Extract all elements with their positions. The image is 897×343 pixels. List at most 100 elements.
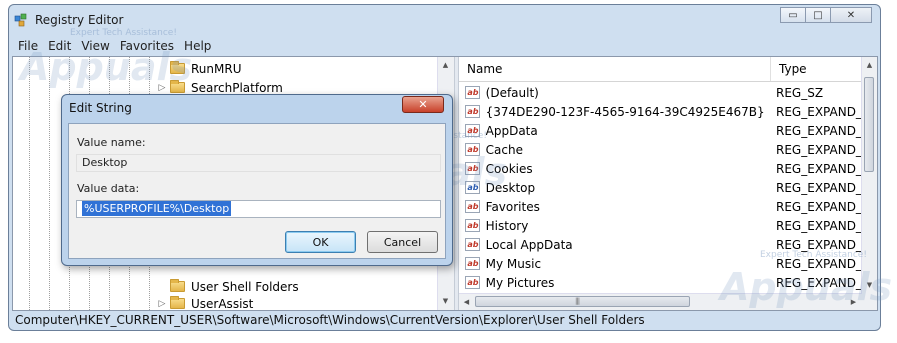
list-horizontal-scrollbar[interactable]: ◀ ||| ▶: [459, 293, 862, 310]
ab-glyph: ab: [465, 219, 481, 232]
maximize-icon: □: [813, 9, 823, 21]
value-name: Local AppData: [485, 237, 573, 252]
value-data-label: Value data:: [77, 182, 140, 195]
value-row[interactable]: abAppDataREG_EXPAND_SZ: [459, 121, 862, 140]
menu-file[interactable]: File: [13, 37, 43, 55]
value-name: Cookies: [485, 161, 533, 176]
value-row[interactable]: ab My Pictures REG_EXPAND_SZ: [459, 273, 862, 292]
menu-edit[interactable]: Edit: [43, 37, 76, 55]
value-data-text: %USERPROFILE%\Desktop: [82, 201, 232, 216]
cancel-button[interactable]: Cancel: [367, 231, 438, 253]
watermark-tagline: Expert Tech Assistance!: [760, 250, 867, 260]
value-row[interactable]: ab {374DE290-123F-4565-9164-39C4925E467B}…: [459, 102, 862, 121]
scroll-right-arrow-icon[interactable]: ▶: [846, 294, 861, 309]
tree-item-runmru[interactable]: RunMRU: [157, 59, 241, 78]
value-type: REG_SZ: [776, 85, 824, 100]
value-type: REG_EXPAND_SZ: [776, 142, 862, 157]
tree-guide-line: [49, 57, 50, 310]
value-name: My Music: [485, 256, 542, 271]
dialog-body: Value name: Desktop Value data: %USERPRO…: [68, 123, 446, 259]
string-value-icon: ab: [465, 162, 481, 176]
minimize-icon: ▭: [788, 9, 798, 21]
ab-glyph: ab: [465, 105, 481, 118]
folder-icon: [170, 279, 185, 292]
string-value-icon: ab: [465, 200, 481, 214]
value-name: (Default): [485, 85, 539, 100]
string-value-icon: ab: [465, 238, 481, 252]
value-row[interactable]: ab Favorites REG_EXPAND_SZ: [459, 197, 862, 216]
value-name: Favorites: [485, 199, 540, 214]
value-name-field: Desktop: [76, 154, 441, 172]
scroll-down-arrow-icon[interactable]: ▼: [862, 277, 877, 292]
ab-glyph: ab: [465, 143, 481, 156]
tree-item-label: RunMRU: [191, 61, 242, 76]
menu-help[interactable]: Help: [179, 37, 216, 55]
value-name: My Pictures: [485, 275, 555, 290]
ab-glyph: ab: [465, 181, 481, 194]
value-type: REG_EXPAND_SZ: [776, 218, 862, 233]
menu-favorites[interactable]: Favorites: [115, 37, 179, 55]
scroll-thumb[interactable]: [864, 77, 874, 172]
ab-glyph: ab: [465, 200, 481, 213]
list-header: Name Type: [459, 57, 862, 82]
value-data-input[interactable]: %USERPROFILE%\Desktop: [76, 200, 441, 218]
horizontal-scroll-thumb[interactable]: [475, 296, 690, 307]
value-type: REG_EXPAND_SZ: [776, 123, 862, 138]
scroll-grip-icon: |||: [575, 297, 580, 305]
scroll-up-arrow-icon[interactable]: ▲: [862, 57, 877, 72]
ok-button[interactable]: OK: [285, 231, 356, 253]
close-icon: ✕: [418, 98, 428, 111]
value-type: REG_EXPAND_SZ: [776, 275, 862, 290]
value-type: REG_EXPAND_SZ: [776, 180, 862, 195]
edit-string-dialog: Edit String ✕ Value name: Desktop Value …: [61, 94, 453, 266]
string-value-icon: ab: [465, 257, 481, 271]
value-name: AppData: [485, 123, 538, 138]
string-value-icon: ab: [465, 276, 481, 290]
tree-item-userassist[interactable]: ▷ UserAssist: [157, 294, 253, 310]
ab-glyph: ab: [465, 276, 481, 289]
status-bar-path: Computer\HKEY_CURRENT_USER\Software\Micr…: [15, 313, 645, 327]
scroll-left-arrow-icon[interactable]: ◀: [459, 294, 474, 309]
tree-guide-line: [29, 57, 30, 310]
ab-glyph: ab: [465, 86, 481, 99]
values-list-pane[interactable]: Name Type ab (Default) REG_SZ ab {374DE290-1…: [459, 57, 877, 310]
folder-icon: [170, 296, 185, 309]
watermark-tagline: Expert Tech Assistance!: [70, 28, 177, 38]
value-name: {374DE290-123F-4565-9164-39C4925E467B}: [485, 104, 765, 119]
value-name: Cache: [485, 142, 523, 157]
close-icon: ✕: [846, 9, 856, 21]
dialog-close-button[interactable]: ✕: [402, 96, 444, 113]
string-value-icon: ab: [465, 105, 481, 119]
string-value-icon: ab: [465, 86, 481, 100]
value-row[interactable]: ab (Default) REG_SZ: [459, 83, 862, 102]
folder-icon: [170, 80, 185, 93]
registry-editor-icon: [14, 13, 27, 27]
folder-icon: [170, 61, 185, 74]
tree-item-label: UserAssist: [191, 296, 254, 311]
tree-item-label: User Shell Folders: [191, 279, 299, 294]
column-header-name[interactable]: Name: [459, 57, 771, 81]
value-type: REG_EXPAND_SZ: [776, 104, 862, 119]
tree-expander[interactable]: ▷: [157, 83, 167, 93]
column-header-type[interactable]: Type: [771, 57, 862, 81]
value-name-label: Value name:: [77, 136, 146, 149]
ab-glyph: ab: [465, 257, 481, 270]
window-title: Registry Editor: [35, 13, 124, 27]
list-vertical-scrollbar[interactable]: ▲ ▼: [861, 57, 877, 310]
menu-view[interactable]: View: [76, 37, 114, 55]
value-row[interactable]: ab Cache REG_EXPAND_SZ: [459, 140, 862, 159]
ab-glyph: ab: [465, 238, 481, 251]
dialog-title: Edit String: [69, 101, 132, 115]
tree-expander[interactable]: ▷: [157, 299, 167, 309]
maximize-button[interactable]: □: [805, 7, 831, 23]
value-row[interactable]: ab Desktop REG_EXPAND_SZ: [459, 178, 862, 197]
value-row[interactable]: ab History REG_EXPAND_SZ: [459, 216, 862, 235]
value-row[interactable]: ab Cookies REG_EXPAND_SZ: [459, 159, 862, 178]
scroll-up-arrow-icon[interactable]: ▲: [438, 57, 453, 72]
minimize-button[interactable]: ▭: [780, 7, 806, 23]
scroll-down-arrow-icon[interactable]: ▼: [438, 293, 453, 308]
string-value-icon: ab: [465, 219, 481, 233]
close-button[interactable]: ✕: [830, 7, 872, 23]
value-name: Desktop: [485, 180, 536, 195]
tree-item-label: SearchPlatform: [191, 80, 283, 95]
